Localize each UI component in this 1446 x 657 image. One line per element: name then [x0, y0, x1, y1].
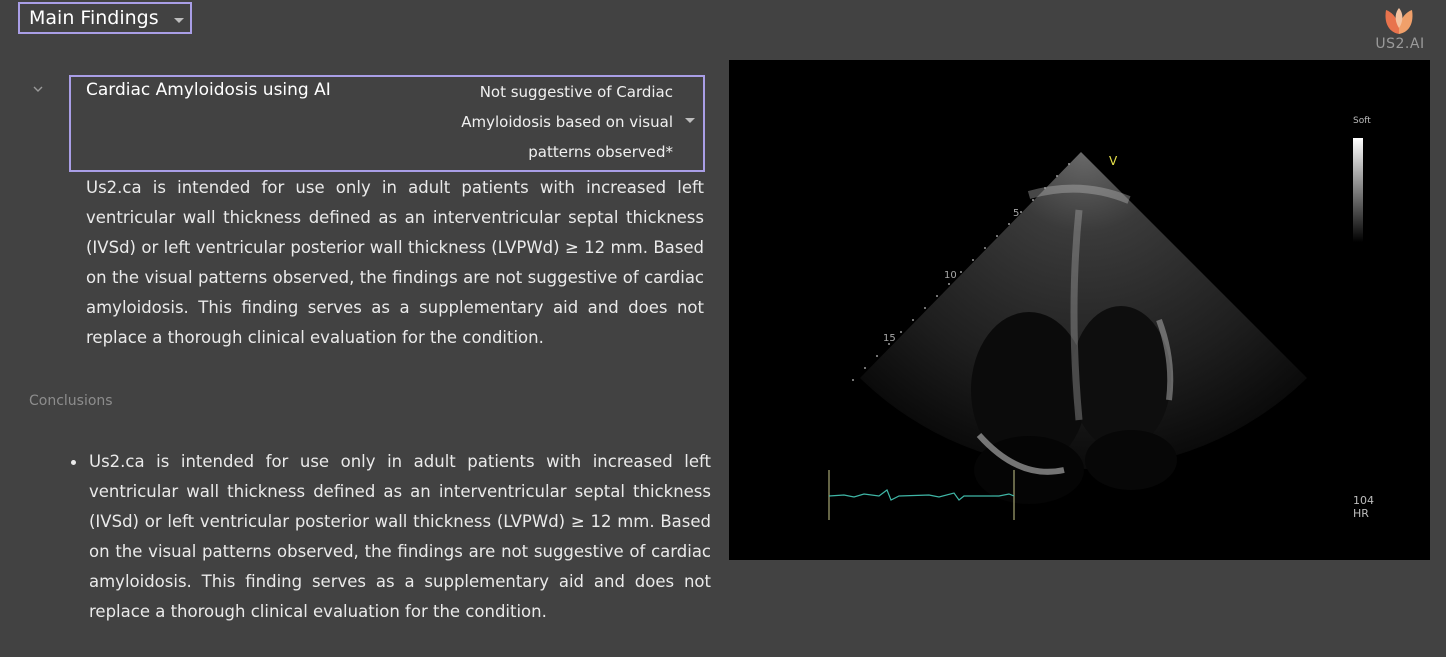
- heart-rate-readout: 104 HR: [1353, 494, 1374, 520]
- chevron-down-icon: [174, 18, 184, 23]
- logo-text: US2.AI: [1375, 36, 1425, 52]
- collapse-chevron-icon[interactable]: [31, 82, 45, 96]
- depth-mark: 15: [883, 333, 896, 344]
- depth-mark: 10: [944, 270, 957, 281]
- logo-icon: [1385, 8, 1413, 34]
- conclusions-heading: Conclusions: [29, 393, 113, 409]
- depth-mark: 5: [1013, 208, 1020, 219]
- echo-image-graphic: [828, 138, 1363, 520]
- finding-card: Cardiac Amyloidosis using AI Not suggest…: [69, 75, 705, 172]
- conclusions-list: Us2.ca is intended for use only in adult…: [71, 447, 711, 627]
- finding-label: Cardiac Amyloidosis using AI: [86, 80, 331, 100]
- chevron-down-icon[interactable]: [685, 118, 695, 123]
- finding-value-select[interactable]: Not suggestive of Cardiac Amyloidosis ba…: [423, 77, 673, 167]
- orientation-marker: V: [1109, 154, 1118, 168]
- finding-description: Us2.ca is intended for use only in adult…: [86, 178, 704, 347]
- list-item: Us2.ca is intended for use only in adult…: [71, 447, 711, 627]
- scale-label: Soft: [1353, 116, 1371, 126]
- logo: US2.AI: [1372, 6, 1428, 56]
- heart-rate-unit: HR: [1353, 507, 1369, 520]
- section-select-label: Main Findings: [29, 7, 159, 29]
- echo-image: Soft V 5 10 15 104 HR: [729, 60, 1430, 560]
- heart-rate-value: 104: [1353, 494, 1374, 507]
- section-select[interactable]: Main Findings: [18, 2, 192, 34]
